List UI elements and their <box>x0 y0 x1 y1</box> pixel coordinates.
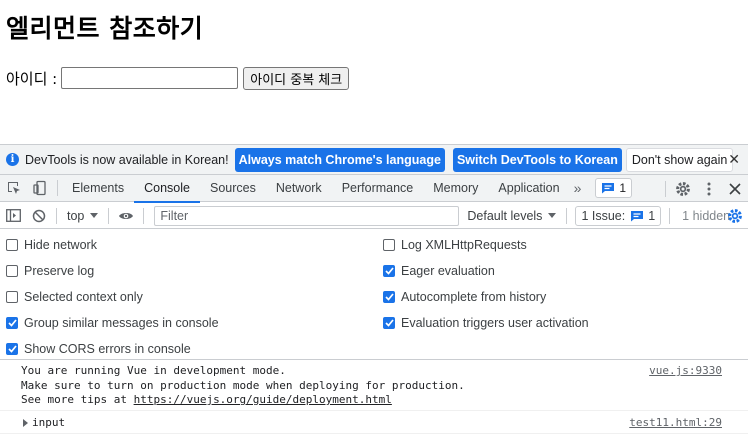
console-settings-pane: Hide network Preserve log Selected context… <box>0 230 748 360</box>
message-text-line: Make sure to turn on production mode whe… <box>21 378 465 392</box>
checkbox-unchecked[interactable] <box>383 239 395 251</box>
setting-label: Eager evaluation <box>401 264 495 278</box>
tab-console[interactable]: Console <box>134 175 200 203</box>
checkbox-checked[interactable] <box>383 291 395 303</box>
checkbox-checked[interactable] <box>383 317 395 329</box>
message-text-prefix: See more tips at <box>21 393 134 406</box>
issues-counter-button[interactable]: 1 Issue: 1 <box>575 205 662 226</box>
always-match-language-button[interactable]: Always match Chrome's language <box>234 147 445 172</box>
log-levels-select[interactable]: Default levels <box>467 208 557 223</box>
more-tabs-icon[interactable]: » <box>574 180 582 196</box>
message-text[interactable]: input <box>32 416 65 431</box>
devtools-tabbar: Elements Console Sources Network Performance… <box>0 175 748 203</box>
log-levels-value: Default levels <box>467 208 543 223</box>
toolbar-divider <box>665 180 666 197</box>
id-input[interactable] <box>61 67 239 89</box>
toolbar-divider <box>56 207 57 224</box>
language-infobar: i DevTools is now available in Korean! A… <box>0 145 748 175</box>
device-toolbar-icon[interactable] <box>27 175 53 201</box>
tab-network[interactable]: Network <box>266 175 332 202</box>
toolbar-divider <box>143 207 145 224</box>
issues-label: 1 Issue: <box>581 208 626 223</box>
show-sidebar-icon[interactable] <box>0 204 26 228</box>
checkbox-checked[interactable] <box>383 265 395 277</box>
more-options-icon[interactable] <box>696 176 722 202</box>
message-icon <box>631 210 644 221</box>
checkbox-checked[interactable] <box>6 343 18 355</box>
tabbar-right-actions <box>661 175 748 202</box>
console-message: input test11.html:29 <box>0 412 748 434</box>
tab-memory[interactable]: Memory <box>423 175 488 202</box>
setting-preserve-log[interactable]: Preserve log <box>6 262 94 280</box>
toolbar-divider <box>108 207 110 224</box>
message-text-line: You are running Vue in development mode. <box>21 364 286 377</box>
setting-label: Selected context only <box>24 290 143 304</box>
setting-show-cors-errors-in-console[interactable]: Show CORS errors in console <box>6 340 191 358</box>
close-icon[interactable]: ✕ <box>728 151 740 168</box>
clear-console-icon[interactable] <box>26 204 52 228</box>
switch-to-korean-button[interactable]: Switch DevTools to Korean <box>452 147 622 172</box>
deployment-guide-link[interactable]: https://vuejs.org/guide/deployment.html <box>134 393 392 406</box>
console-messages: You are running Vue in development mode.… <box>0 361 748 435</box>
infobar-message: DevTools is now available in Korean! <box>25 152 229 167</box>
dropdown-arrow-icon <box>548 212 557 218</box>
setting-label: Preserve log <box>24 264 95 278</box>
setting-label: Show CORS errors in console <box>24 342 191 356</box>
dropdown-arrow-icon <box>90 212 99 218</box>
settings-gear-icon[interactable] <box>670 176 696 202</box>
issues-badge-count: 1 <box>619 181 627 195</box>
close-devtools-icon[interactable] <box>722 176 748 202</box>
context-select[interactable]: top <box>61 209 104 223</box>
setting-label: Hide network <box>24 238 97 252</box>
tab-elements[interactable]: Elements <box>62 175 134 202</box>
setting-label: Log XMLHttpRequests <box>401 238 527 252</box>
setting-hide-network[interactable]: Hide network <box>6 236 97 254</box>
expand-triangle-icon[interactable] <box>23 419 28 427</box>
live-expression-eye-icon[interactable] <box>113 204 139 228</box>
dont-show-again-button[interactable]: Don't show again <box>625 147 734 172</box>
checkbox-unchecked[interactable] <box>6 291 18 303</box>
message-source-link[interactable]: test11.html:29 <box>629 416 722 431</box>
toolbar-divider <box>57 180 58 196</box>
issues-counter-value: 1 <box>648 208 656 223</box>
setting-group-similar-messages-in-console[interactable]: Group similar messages in console <box>6 314 219 332</box>
tab-sources[interactable]: Sources <box>200 175 266 202</box>
checkbox-unchecked[interactable] <box>6 239 18 251</box>
tab-performance[interactable]: Performance <box>332 175 424 202</box>
id-label: 아이디 : <box>6 69 58 88</box>
setting-autocomplete-from-history[interactable]: Autocomplete from history <box>383 288 546 306</box>
info-icon: i <box>6 153 19 166</box>
setting-eager-evaluation[interactable]: Eager evaluation <box>383 262 495 280</box>
setting-label: Autocomplete from history <box>401 290 547 304</box>
setting-label: Evaluation triggers user activation <box>401 316 589 330</box>
console-settings-gear-icon[interactable] <box>722 204 748 228</box>
message-text-line: See more tips at https://vuejs.org/guide… <box>21 393 392 408</box>
message-source-link[interactable]: vue.js:9330 <box>649 364 722 379</box>
console-message: You are running Vue in development mode.… <box>0 361 748 411</box>
id-form: 아이디 : 아이디 중복 체크 <box>6 66 350 90</box>
checkbox-unchecked[interactable] <box>6 265 18 277</box>
filter-input[interactable]: Filter <box>154 205 460 226</box>
setting-selected-context-only[interactable]: Selected context only <box>6 288 143 306</box>
page-content: 엘리먼트 참조하기 아이디 : 아이디 중복 체크 <box>0 0 748 144</box>
devtools-panel: i DevTools is now available in Korean! A… <box>0 144 748 435</box>
setting-label: Group similar messages in console <box>24 316 219 330</box>
checkbox-checked[interactable] <box>6 317 18 329</box>
check-duplicate-button[interactable]: 아이디 중복 체크 <box>243 66 350 90</box>
message-icon <box>602 183 615 194</box>
inspect-element-icon[interactable] <box>1 175 27 201</box>
console-toolbar: top Filter Default levels 1 Issue: 1 1 h… <box>0 203 748 229</box>
toolbar-divider <box>669 207 671 224</box>
tab-application[interactable]: Application <box>488 175 569 202</box>
toolbar-divider <box>566 207 568 224</box>
page-title: 엘리먼트 참조하기 <box>6 14 204 43</box>
setting-log-xmlhttprequests[interactable]: Log XMLHttpRequests <box>383 236 527 254</box>
context-value: top <box>67 208 85 223</box>
issues-badge[interactable]: 1 <box>595 178 633 198</box>
setting-evaluation-triggers-user-activation[interactable]: Evaluation triggers user activation <box>383 314 589 332</box>
